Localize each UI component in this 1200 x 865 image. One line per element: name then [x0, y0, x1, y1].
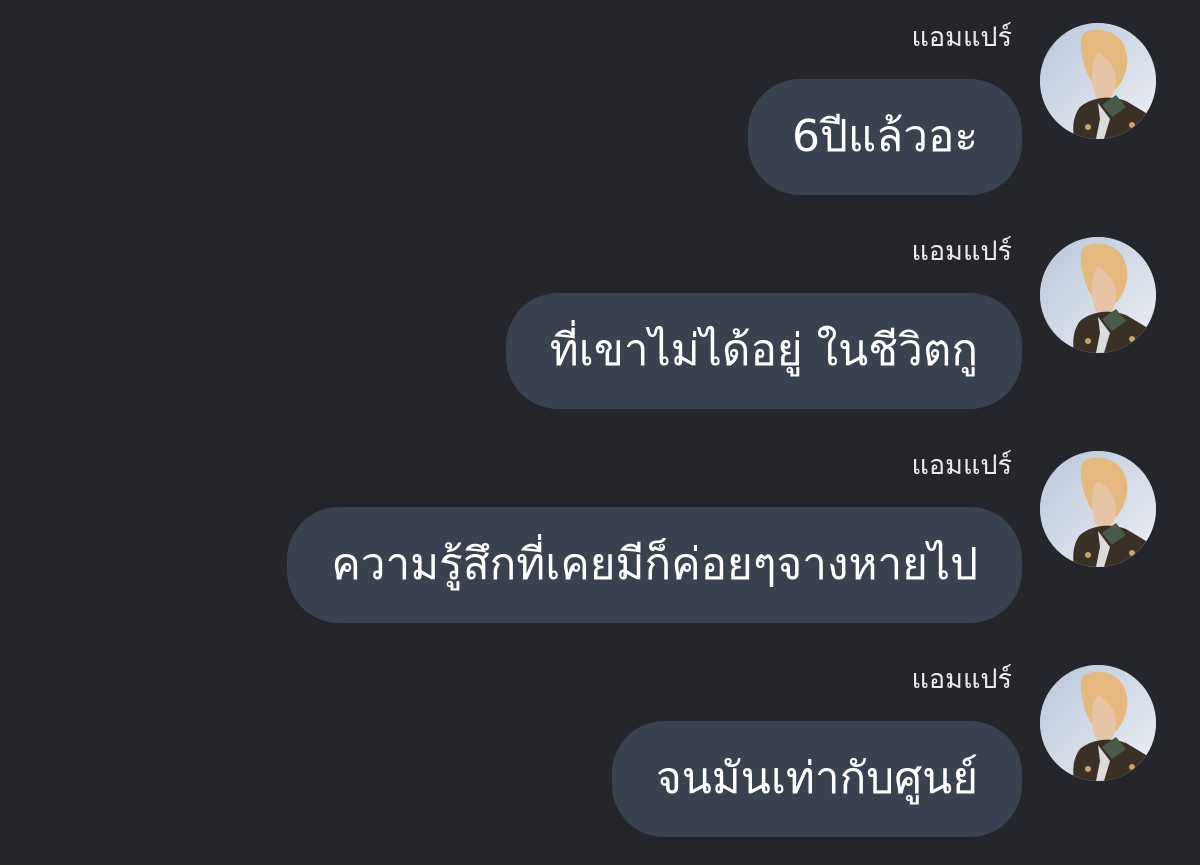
message-row: แอมแปร์ จนมันเท่ากับศูนย์ [0, 642, 1200, 842]
avatar-image [1040, 451, 1156, 567]
message-bubble[interactable]: จนมันเท่ากับศูนย์ [611, 721, 1022, 837]
sender-name: แอมแปร์ [911, 450, 1012, 481]
message-row: แอมแปร์ 6ปีแล้วอะ [0, 0, 1200, 200]
chat-conversation: แอมแปร์ 6ปีแล้วอะ แอมแปร์ ที่เขาไม่ได้อย… [0, 0, 1200, 865]
message-row: แอมแปร์ ที่เขาไม่ได้อยู่ ในชีวิตกู [0, 214, 1200, 414]
avatar[interactable] [1040, 451, 1156, 567]
sender-name: แอมแปร์ [911, 22, 1012, 53]
sender-name: แอมแปร์ [911, 664, 1012, 695]
message-bubble[interactable]: ที่เขาไม่ได้อยู่ ในชีวิตกู [505, 293, 1022, 409]
message-bubble[interactable]: 6ปีแล้วอะ [747, 79, 1022, 195]
avatar-image [1040, 23, 1156, 139]
avatar[interactable] [1040, 23, 1156, 139]
avatar[interactable] [1040, 665, 1156, 781]
avatar-image [1040, 665, 1156, 781]
message-row: แอมแปร์ ความรู้สึกที่เคยมีก็ค่อยๆจางหายไ… [0, 428, 1200, 628]
sender-name: แอมแปร์ [911, 236, 1012, 267]
avatar[interactable] [1040, 237, 1156, 353]
message-bubble[interactable]: ความรู้สึกที่เคยมีก็ค่อยๆจางหายไป [287, 507, 1022, 623]
avatar-image [1040, 237, 1156, 353]
